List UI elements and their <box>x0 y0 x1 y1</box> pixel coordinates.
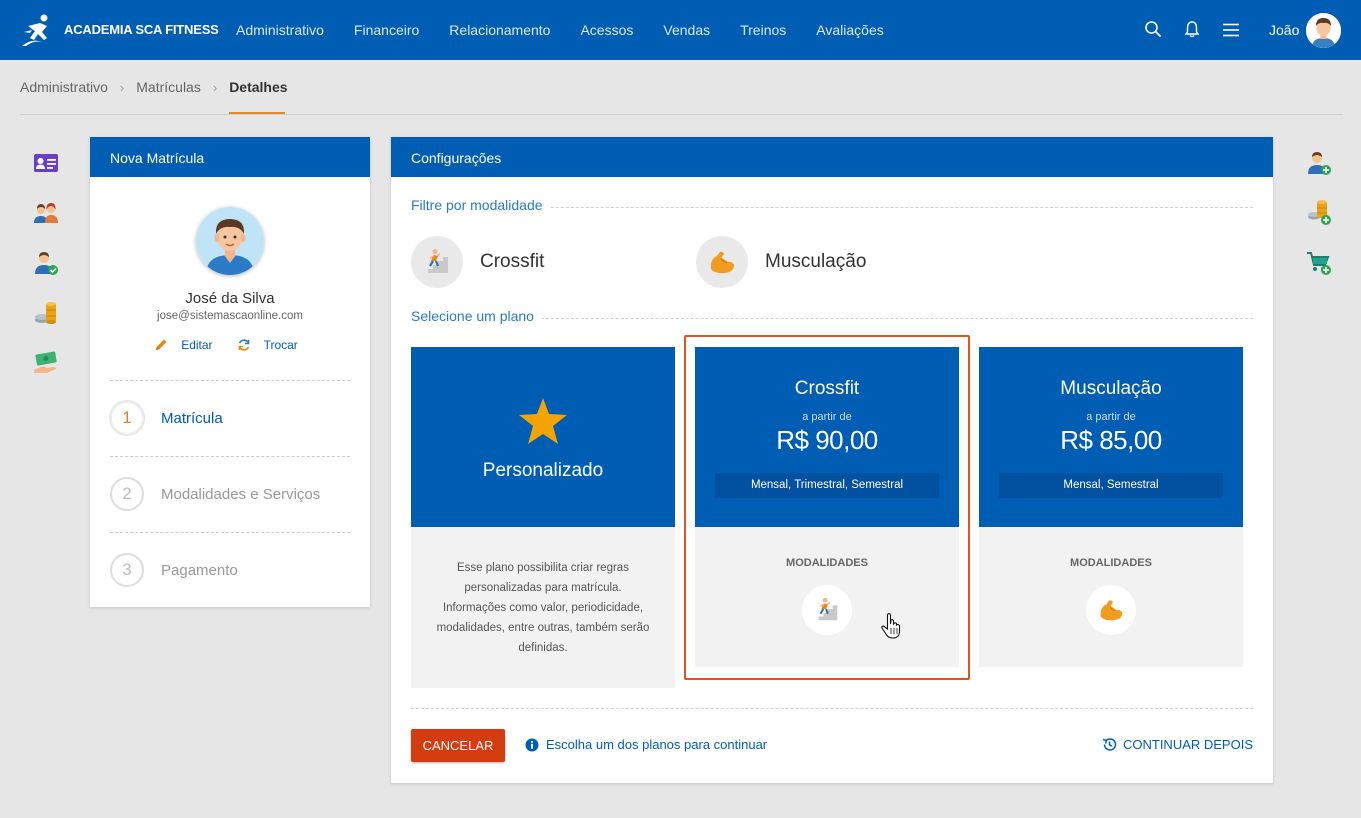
chevron-right-icon: › <box>212 79 218 95</box>
divider <box>110 456 350 457</box>
configuration-card: Configurações Filtre por modalidade Cros… <box>391 137 1273 783</box>
cancel-button[interactable]: CANCELAR <box>411 729 505 762</box>
add-cart-icon[interactable] <box>1306 250 1332 276</box>
continue-later-label: CONTINUAR DEPOIS <box>1122 737 1253 752</box>
step-pagamento[interactable]: 3 Pagamento <box>110 553 238 587</box>
enrollment-card-title: Nova Matrícula <box>90 137 370 177</box>
continue-later-button[interactable]: CONTINUAR DEPOIS <box>1102 737 1253 752</box>
muscle-icon <box>1086 585 1136 635</box>
divider <box>110 380 350 381</box>
pencil-icon <box>156 339 167 350</box>
id-card-icon[interactable] <box>33 150 59 176</box>
step-label: Modalidades e Serviços <box>161 485 321 503</box>
breadcrumb-current: Detalhes <box>229 79 288 95</box>
plan-modalities: MODALIDADES <box>979 527 1243 667</box>
breadcrumb: Administrativo › Matrículas › Detalhes <box>20 79 288 95</box>
configuration-card-title: Configurações <box>391 137 1273 177</box>
filter-musculacao[interactable]: Musculação <box>696 236 866 288</box>
footer-divider <box>411 708 1253 709</box>
breadcrumb-active-underline <box>229 112 285 114</box>
add-coins-icon[interactable] <box>1306 200 1332 226</box>
plan-name: Personalizado <box>482 460 604 481</box>
step-label: Matrícula <box>161 409 223 427</box>
star-icon <box>519 398 567 444</box>
menu-icon[interactable] <box>1222 22 1240 38</box>
breadcrumb-administrativo[interactable]: Administrativo <box>20 79 108 95</box>
step-number: 2 <box>110 477 144 511</box>
nav-item-vendas[interactable]: Vendas <box>663 22 710 38</box>
nav-item-relacionamento[interactable]: Relacionamento <box>449 22 550 38</box>
refresh-icon <box>238 339 249 351</box>
money-hand-icon[interactable] <box>33 350 59 376</box>
client-email: jose@sistemascaonline.com <box>157 310 303 322</box>
bell-icon[interactable] <box>1183 20 1201 38</box>
plan-section-title: Selecione um plano <box>411 308 542 324</box>
muscle-icon <box>696 236 748 288</box>
plan-card-musculacao[interactable]: Musculação a partir de R$ 85,00 Mensal, … <box>979 347 1243 667</box>
nav-item-avaliacoes[interactable]: Avaliações <box>816 22 883 38</box>
plan-header: Personalizado <box>411 347 675 527</box>
client-name: José da Silva <box>185 290 275 307</box>
modalities-title: MODALIDADES <box>1070 557 1152 569</box>
edit-button[interactable]: Editar <box>154 338 220 352</box>
plan-description: Esse plano possibilita criar regras pers… <box>411 527 675 688</box>
user-avatar[interactable] <box>1306 13 1341 48</box>
filter-section-title: Filtre por modalidade <box>411 197 551 213</box>
divider <box>110 532 350 533</box>
hint-text: Escolha um dos planos para continuar <box>546 737 768 752</box>
step-modalidades[interactable]: 2 Modalidades e Serviços <box>110 477 320 511</box>
filter-musculacao-label: Musculação <box>765 251 867 272</box>
user-name[interactable]: João <box>1269 22 1299 38</box>
people-icon[interactable] <box>33 200 59 226</box>
plan-price: R$ 85,00 <box>1060 425 1162 455</box>
top-navbar: ACADEMIA SCA FITNESS Administrativo Fina… <box>0 0 1361 60</box>
breadcrumb-matriculas[interactable]: Matrículas <box>136 79 201 95</box>
info-icon <box>525 738 539 751</box>
breadcrumb-divider <box>20 114 1343 115</box>
step-number: 3 <box>110 553 144 587</box>
crossfit-icon <box>411 236 463 288</box>
nav-item-acessos[interactable]: Acessos <box>580 22 633 38</box>
plan-periods: Mensal, Semestral <box>999 473 1223 498</box>
plan-name: Musculação <box>1060 378 1162 399</box>
hand-cursor-icon <box>881 613 901 639</box>
edit-label: Editar <box>181 338 213 352</box>
coins-icon[interactable] <box>33 300 59 326</box>
filter-crossfit-label: Crossfit <box>480 251 545 272</box>
add-user-icon[interactable] <box>1306 150 1332 176</box>
swap-button[interactable]: Trocar <box>237 338 306 352</box>
selected-plan-outline <box>684 335 970 680</box>
runner-logo-icon[interactable] <box>20 12 56 48</box>
hint-message: Escolha um dos planos para continuar <box>525 737 767 752</box>
user-check-icon[interactable] <box>33 250 59 276</box>
filter-crossfit[interactable]: Crossfit <box>411 236 544 288</box>
plan-header: Musculação a partir de R$ 85,00 Mensal, … <box>979 347 1243 527</box>
chevron-right-icon: › <box>119 79 125 95</box>
step-number: 1 <box>110 401 144 435</box>
search-icon[interactable] <box>1144 20 1162 38</box>
step-label: Pagamento <box>161 561 238 579</box>
plan-price-prefix: a partir de <box>1086 411 1136 423</box>
history-icon <box>1102 738 1117 751</box>
nav-item-financeiro[interactable]: Financeiro <box>354 22 419 38</box>
plan-card-personalizado[interactable]: Personalizado Esse plano possibilita cri… <box>411 347 675 688</box>
swap-label: Trocar <box>263 338 298 352</box>
enrollment-card: Nova Matrícula José da Silva jose@sistem… <box>90 137 370 607</box>
main-nav: Administrativo Financeiro Relacionamento… <box>236 22 914 38</box>
brand-name[interactable]: ACADEMIA SCA FITNESS <box>64 22 219 37</box>
client-actions: Editar Trocar <box>90 338 370 352</box>
nav-item-treinos[interactable]: Treinos <box>740 22 786 38</box>
step-matricula[interactable]: 1 Matrícula <box>110 401 223 435</box>
nav-item-administrativo[interactable]: Administrativo <box>236 22 324 38</box>
client-avatar <box>196 207 264 275</box>
